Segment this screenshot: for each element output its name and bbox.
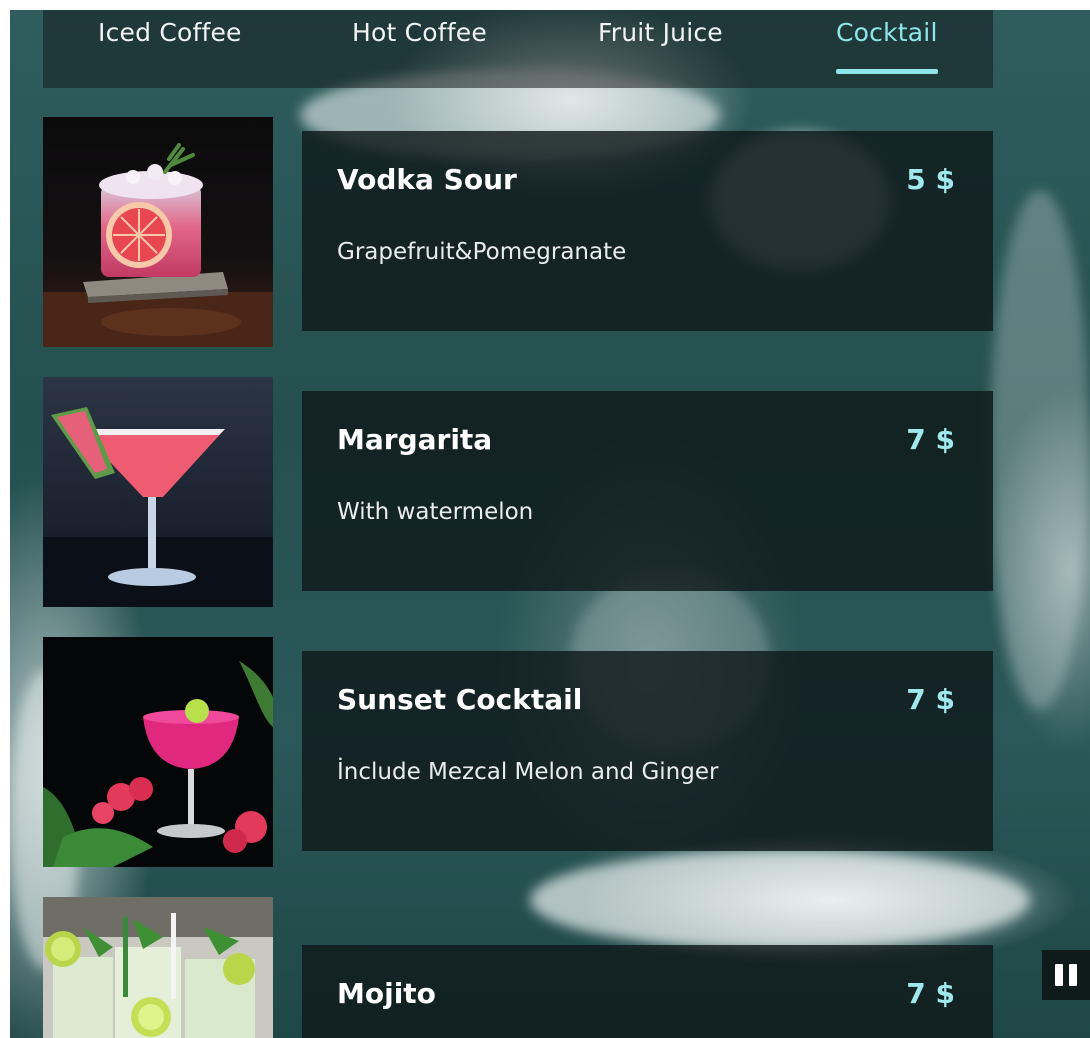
grapefruit-cocktail-photo (43, 117, 273, 347)
category-tab-bar: Iced Coffee Hot Coffee Fruit Juice Cockt… (43, 10, 993, 88)
product-name: Mojito (337, 977, 436, 1010)
mojito-glasses-photo (43, 897, 273, 1038)
product-description: Grapefruit&Pomegranate (337, 239, 627, 265)
product-name: Margarita (337, 423, 493, 456)
margarita-glass-photo (43, 377, 273, 607)
product-name: Sunset Cocktail (337, 683, 583, 716)
vodka-sour-image[interactable] (43, 117, 273, 347)
product-description: İnclude Mezcal Melon and Ginger (337, 759, 719, 785)
product-name: Vodka Sour (337, 163, 517, 196)
active-tab-underline (836, 69, 938, 74)
product-card-margarita[interactable]: Margarita 7 $ With watermelon (302, 391, 993, 591)
product-price: 7 $ (906, 683, 955, 716)
tab-iced-coffee[interactable]: Iced Coffee (98, 18, 242, 70)
product-card-sunset-cocktail[interactable]: Sunset Cocktail 7 $ İnclude Mezcal Melon… (302, 651, 993, 851)
pause-button[interactable] (1042, 950, 1090, 1000)
tab-cocktail-label: Cocktail (836, 18, 938, 47)
tab-cocktail[interactable]: Cocktail (836, 18, 938, 74)
product-price: 7 $ (906, 977, 955, 1010)
product-card-mojito[interactable]: Mojito 7 $ (302, 945, 993, 1038)
margarita-image[interactable] (43, 377, 273, 607)
product-card-vodka-sour[interactable]: Vodka Sour 5 $ Grapefruit&Pomegranate (302, 131, 993, 331)
product-price: 5 $ (906, 163, 955, 196)
product-description: With watermelon (337, 499, 534, 525)
product-price: 7 $ (906, 423, 955, 456)
mojito-image[interactable] (43, 897, 273, 1038)
sunset-cocktail-image[interactable] (43, 637, 273, 867)
tab-fruit-juice[interactable]: Fruit Juice (598, 18, 723, 70)
pink-coupe-cocktail-photo (43, 637, 273, 867)
tab-hot-coffee[interactable]: Hot Coffee (352, 18, 487, 70)
